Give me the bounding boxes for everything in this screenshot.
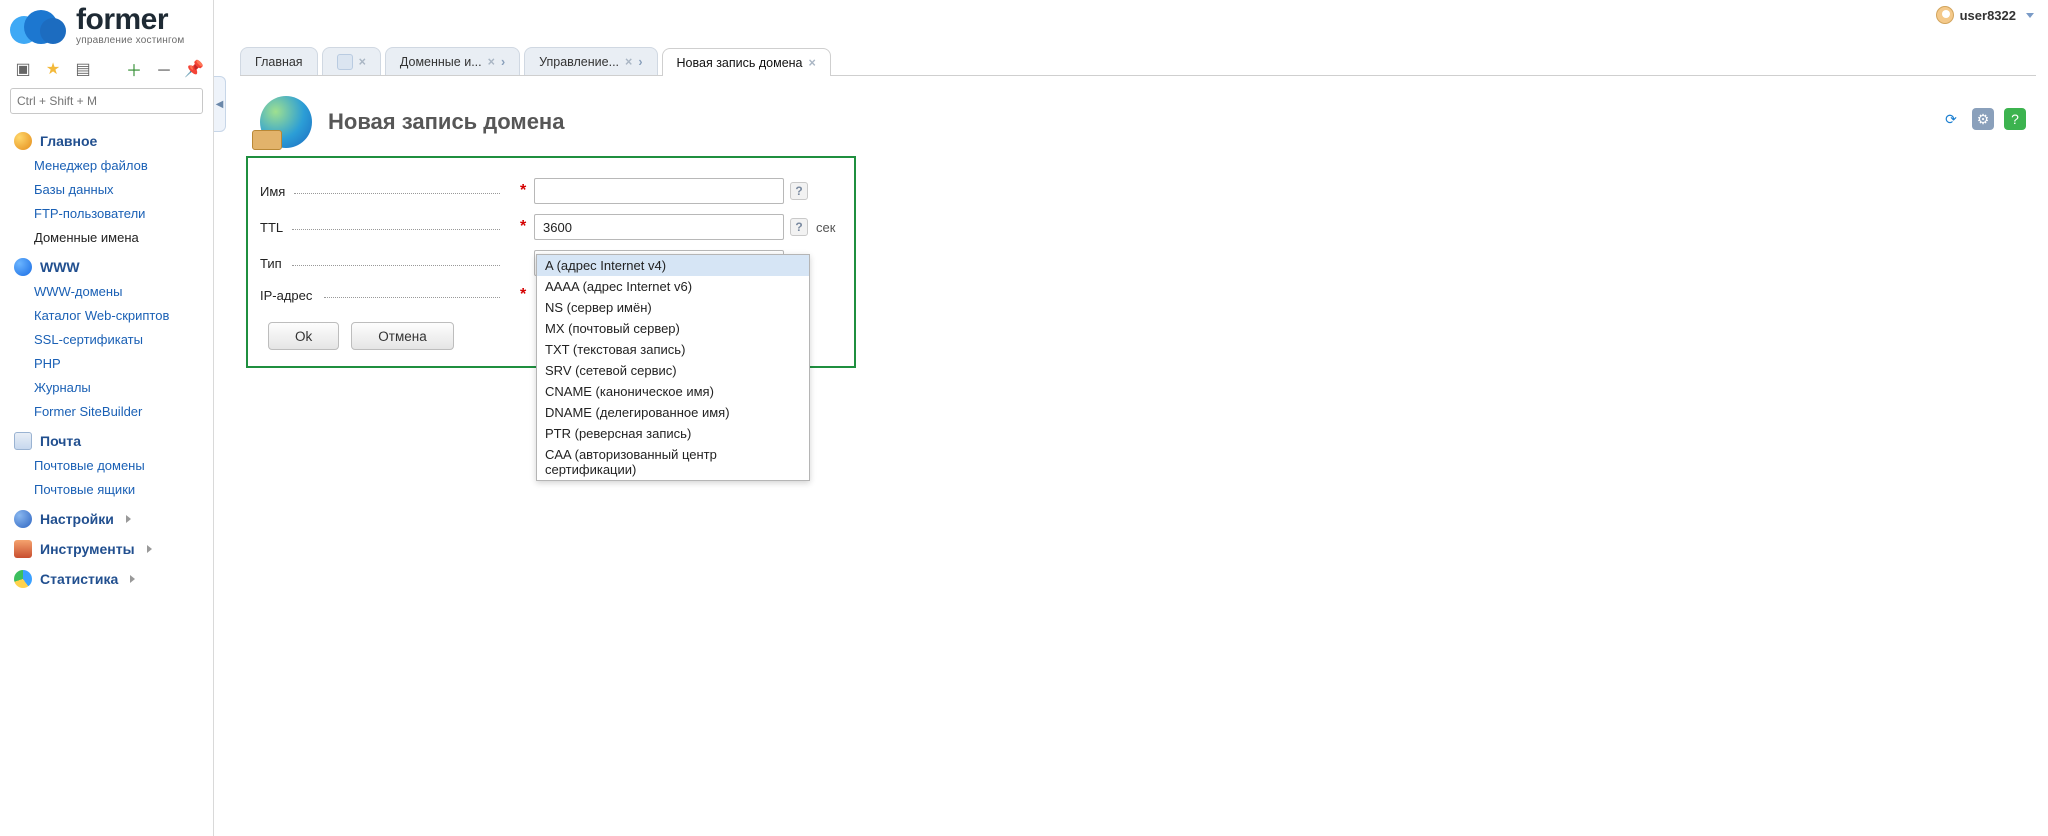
required-marker: * [520,286,534,304]
tab-label: Управление... [539,55,619,69]
sidebar-collapse-handle[interactable]: ◀ [214,76,226,132]
nav-section-www[interactable]: WWW [6,250,207,280]
type-option[interactable]: PTR (реверсная запись) [537,423,809,444]
type-option[interactable]: NS (сервер имён) [537,297,809,318]
close-icon[interactable]: × [488,55,495,69]
sidebar-item[interactable]: Почтовые ящики [6,478,207,502]
field-label-type: Тип [260,256,282,271]
field-label-name: Имя [260,184,285,199]
mail-icon [14,432,32,450]
tab[interactable]: Доменные и... × › [385,47,520,75]
www-icon [14,258,32,276]
tab[interactable]: Новая запись домена × [662,48,831,76]
user-menu[interactable]: user8322 [1936,6,2034,24]
brand-tagline: управление хостингом [76,35,184,46]
chevron-right-icon [126,515,131,523]
hint-icon[interactable]: ? [790,218,808,236]
brand-name: former [76,8,184,33]
tab-label: Доменные и... [400,55,482,69]
clipboard-icon[interactable]: ▤ [72,58,94,80]
tab-bar: Главная × Доменные и... × › Управление... × › Но… [240,46,2036,76]
close-icon[interactable]: × [625,55,632,69]
globe-folder-icon [260,96,312,148]
gear-icon[interactable]: ⚙ [1972,108,1994,130]
nav-section-tool[interactable]: Инструменты [6,532,207,562]
nav-section-mail[interactable]: Почта [6,424,207,454]
type-option[interactable]: DNAME (делегированное имя) [537,402,809,423]
search-input[interactable] [10,88,203,114]
window-icon[interactable]: ▣ [12,58,34,80]
required-marker: * [520,218,534,236]
name-input[interactable] [534,178,784,204]
tab[interactable]: × [322,47,381,75]
tab-label: Новая запись домена [677,56,803,70]
cloud-icon [10,6,68,48]
sidebar: former управление хостингом ▣ ★ ▤ ＋ － 📌 … [0,0,214,836]
chevron-right-icon [130,575,135,583]
nav-section-cfg[interactable]: Настройки [6,502,207,532]
type-option[interactable]: AAAA (адрес Internet v6) [537,276,809,297]
tool-icon [14,540,32,558]
sidebar-item[interactable]: WWW-домены [6,280,207,304]
type-option[interactable]: CAA (авторизованный центр сертификации) [537,444,809,480]
sidebar-item[interactable]: Журналы [6,376,207,400]
sidebar-item[interactable]: Former SiteBuilder [6,400,207,424]
close-icon[interactable]: × [359,55,366,69]
sidebar-item[interactable]: Почтовые домены [6,454,207,478]
sidebar-item[interactable]: SSL-сертификаты [6,328,207,352]
sidebar-item[interactable]: Менеджер файлов [6,154,207,178]
sidebar-nav: ГлавноеМенеджер файловБазы данныхFTP-пол… [6,124,207,592]
pin-icon[interactable]: 📌 [183,58,205,80]
sidebar-search [10,88,203,114]
home-icon [14,132,32,150]
tab-icon [337,54,353,70]
stat-icon [14,570,32,588]
type-option[interactable]: CNAME (каноническое имя) [537,381,809,402]
logo[interactable]: former управление хостингом [6,0,207,50]
tab[interactable]: Управление... × › [524,47,657,75]
type-option[interactable]: A (адрес Internet v4) [537,255,809,276]
page-header: Новая запись домена [260,96,2028,148]
user-avatar-icon [1936,6,1954,24]
chevron-right-icon [147,545,152,553]
ttl-unit: сек [816,220,835,235]
sidebar-item[interactable]: PHP [6,352,207,376]
hint-icon[interactable]: ? [790,182,808,200]
minus-icon[interactable]: － [153,58,175,80]
nav-section-home[interactable]: Главное [6,124,207,154]
ok-button[interactable]: Ok [268,322,339,350]
type-option[interactable]: SRV (сетевой сервис) [537,360,809,381]
user-name: user8322 [1960,8,2016,23]
type-option[interactable]: TXT (текстовая запись) [537,339,809,360]
page-header-actions: ⟳ ⚙ ? [1940,108,2026,130]
type-dropdown: A (адрес Internet v4)AAAA (адрес Interne… [536,254,810,481]
field-label-ttl: TTL [260,220,283,235]
sidebar-item[interactable]: Доменные имена [6,226,207,250]
cfg-icon [14,510,32,528]
plus-icon[interactable]: ＋ [123,58,145,80]
chevron-right-icon: › [501,55,505,69]
field-label-ip: IP-адрес [260,288,312,303]
refresh-icon[interactable]: ⟳ [1940,108,1962,130]
sidebar-item[interactable]: Базы данных [6,178,207,202]
sidebar-item[interactable]: Каталог Web-скриптов [6,304,207,328]
chevron-right-icon: › [638,55,642,69]
cancel-button[interactable]: Отмена [351,322,453,350]
page-title: Новая запись домена [328,109,564,135]
ttl-input[interactable] [534,214,784,240]
chevron-down-icon [2026,13,2034,18]
help-icon[interactable]: ? [2004,108,2026,130]
tab-label: Главная [255,55,303,69]
sidebar-toolbar: ▣ ★ ▤ ＋ － 📌 [6,50,207,84]
nav-section-stat[interactable]: Статистика [6,562,207,592]
tab[interactable]: Главная [240,47,318,75]
type-option[interactable]: MX (почтовый сервер) [537,318,809,339]
required-marker: * [520,182,534,200]
star-icon[interactable]: ★ [42,58,64,80]
close-icon[interactable]: × [809,56,816,70]
sidebar-item[interactable]: FTP-пользователи [6,202,207,226]
